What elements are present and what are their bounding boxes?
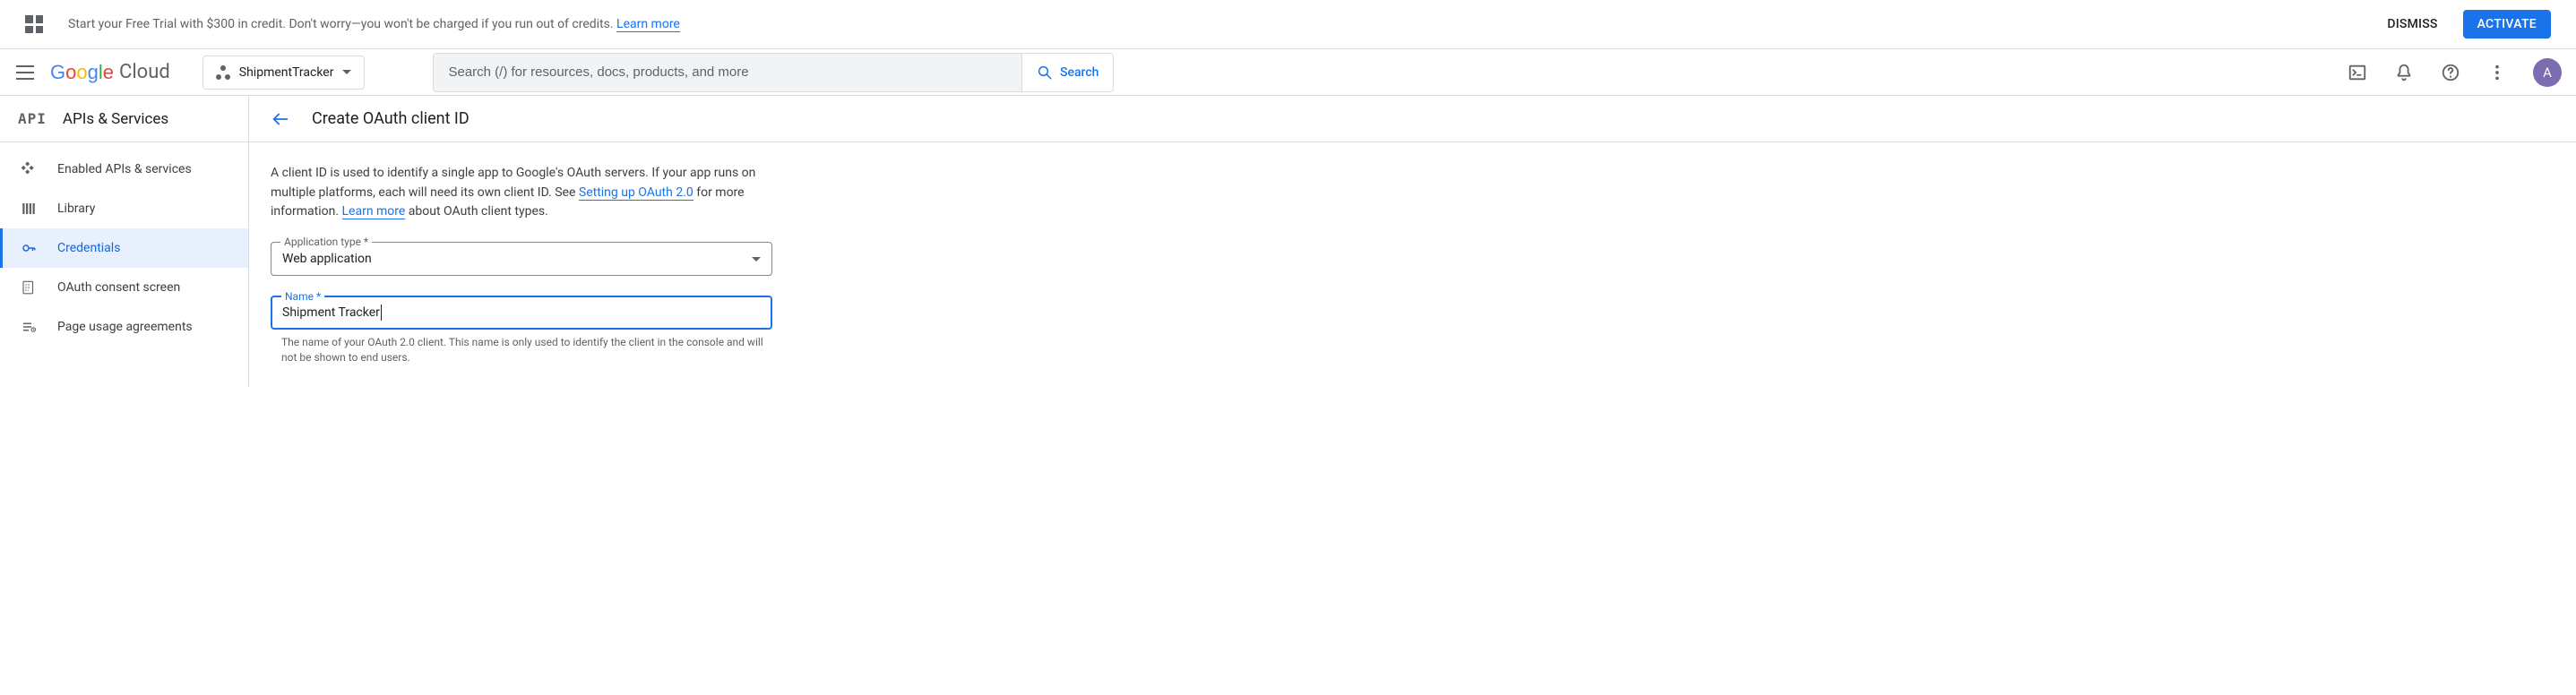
chevron-down-icon bbox=[342, 70, 351, 74]
application-type-label: Application type * bbox=[280, 236, 372, 248]
page-header: Create OAuth client ID bbox=[249, 96, 2576, 142]
application-type-select[interactable]: Application type * Web application bbox=[271, 242, 772, 276]
name-input[interactable]: Shipment Tracker bbox=[282, 305, 380, 320]
more-menu-icon[interactable] bbox=[2486, 62, 2508, 83]
utility-icons: A bbox=[2347, 58, 2562, 87]
notifications-icon[interactable] bbox=[2393, 62, 2415, 83]
free-trial-banner: Start your Free Trial with $300 in credi… bbox=[0, 0, 2576, 49]
sidebar-item-page-usage-agreements[interactable]: Page usage agreements bbox=[0, 307, 248, 347]
trial-text: Start your Free Trial with $300 in credi… bbox=[68, 17, 680, 31]
application-type-value: Web application bbox=[282, 252, 752, 266]
agreements-icon bbox=[20, 318, 38, 336]
name-hint: The name of your OAuth 2.0 client. This … bbox=[271, 335, 772, 365]
trial-learn-more-link[interactable]: Learn more bbox=[616, 17, 680, 32]
sidebar-item-label: Credentials bbox=[57, 241, 120, 255]
diamond-icon bbox=[20, 160, 38, 178]
sidebar-item-credentials[interactable]: Credentials bbox=[0, 228, 248, 268]
sidebar-item-enabled-apis[interactable]: Enabled APIs & services bbox=[0, 150, 248, 189]
search-input[interactable] bbox=[434, 54, 1021, 91]
sidebar: API APIs & Services Enabled APIs & servi… bbox=[0, 96, 249, 387]
project-name: ShipmentTracker bbox=[239, 65, 334, 80]
chevron-down-icon bbox=[752, 257, 761, 262]
sidebar-item-label: Library bbox=[57, 202, 95, 216]
page-title: Create OAuth client ID bbox=[312, 109, 470, 128]
back-button[interactable] bbox=[271, 109, 290, 129]
help-icon[interactable] bbox=[2440, 62, 2461, 83]
sidebar-item-label: Enabled APIs & services bbox=[57, 162, 192, 176]
api-icon: API bbox=[18, 110, 47, 127]
search-bar: Search bbox=[433, 53, 1114, 92]
google-cloud-logo[interactable]: Google Cloud bbox=[50, 61, 170, 84]
account-avatar[interactable]: A bbox=[2533, 58, 2562, 87]
dismiss-button[interactable]: DISMISS bbox=[2376, 10, 2448, 39]
sidebar-item-oauth-consent[interactable]: OAuth consent screen bbox=[0, 268, 248, 307]
sidebar-item-label: OAuth consent screen bbox=[57, 280, 180, 295]
sidebar-item-library[interactable]: Library bbox=[0, 189, 248, 228]
top-bar: Google Cloud ShipmentTracker Search A bbox=[0, 49, 2576, 96]
name-label: Name * bbox=[281, 290, 324, 303]
sidebar-header[interactable]: API APIs & Services bbox=[0, 96, 248, 142]
project-selector[interactable]: ShipmentTracker bbox=[202, 56, 366, 90]
project-icon bbox=[216, 65, 230, 80]
library-icon bbox=[20, 200, 38, 218]
consent-icon bbox=[20, 279, 38, 296]
text-cursor bbox=[381, 305, 382, 321]
hamburger-menu-button[interactable] bbox=[14, 62, 36, 83]
sidebar-section-title: APIs & Services bbox=[63, 110, 168, 128]
cloud-shell-icon[interactable] bbox=[2347, 62, 2368, 83]
search-icon bbox=[1037, 64, 1053, 81]
activate-button[interactable]: ACTIVATE bbox=[2463, 10, 2551, 39]
page-description: A client ID is used to identify a single… bbox=[271, 164, 772, 222]
name-input-container: Name * Shipment Tracker bbox=[271, 296, 772, 330]
search-button[interactable]: Search bbox=[1021, 54, 1113, 91]
key-icon bbox=[20, 239, 38, 257]
arrow-left-icon bbox=[271, 109, 290, 129]
learn-more-oauth-link[interactable]: Learn more bbox=[342, 204, 406, 219]
setup-oauth-link[interactable]: Setting up OAuth 2.0 bbox=[579, 185, 694, 201]
gift-icon bbox=[25, 15, 43, 33]
sidebar-item-label: Page usage agreements bbox=[57, 320, 193, 334]
main-content: Create OAuth client ID A client ID is us… bbox=[249, 96, 2576, 387]
